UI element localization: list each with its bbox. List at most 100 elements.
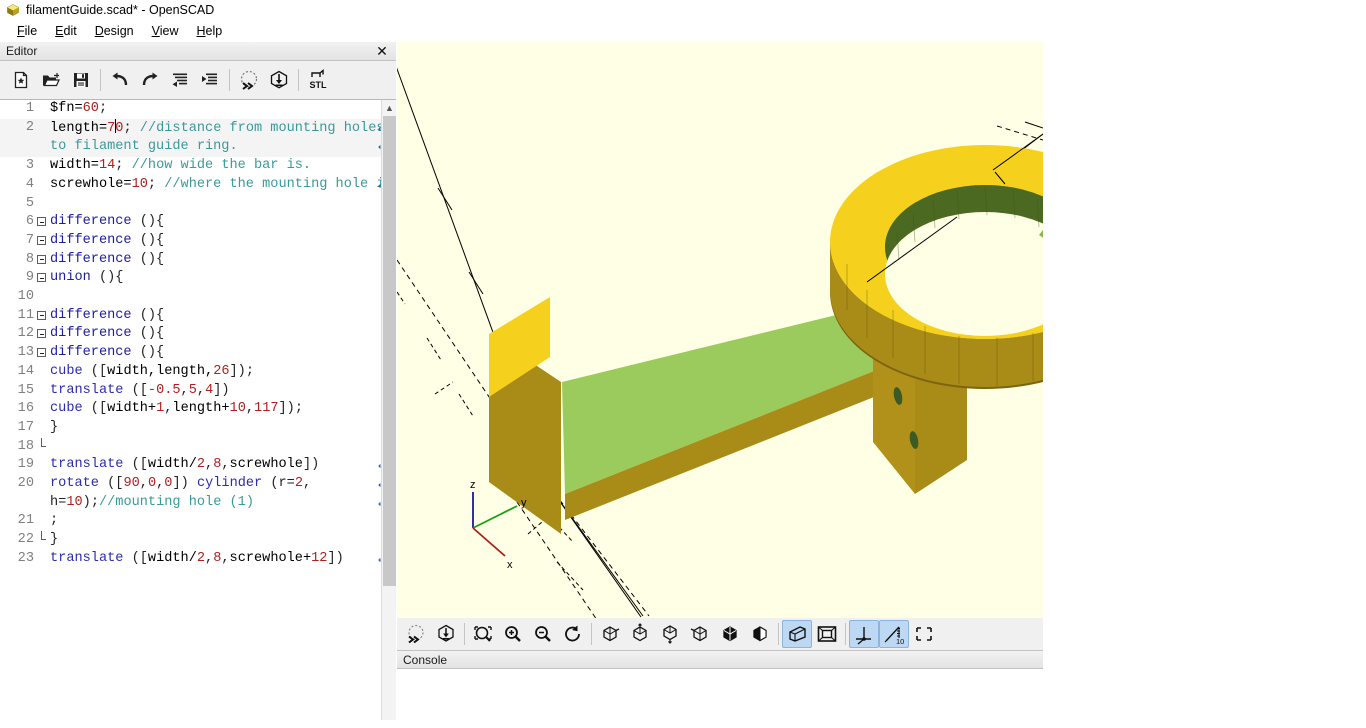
code-line[interactable]: 12 difference (){	[0, 325, 396, 344]
code-token: 90	[123, 476, 140, 492]
view-right-button[interactable]	[595, 620, 625, 648]
view-left-button[interactable]	[685, 620, 715, 648]
code-line-text[interactable]	[47, 438, 396, 457]
code-editor[interactable]: 1 $fn=60; 2 length=70; //distance from moun…	[0, 99, 396, 720]
toolbar-separator	[464, 623, 465, 645]
code-line[interactable]: 2 length=70; //distance from mounting hol…	[0, 118, 396, 158]
code-line-text[interactable]: width=14; //how wide the bar is.	[47, 157, 396, 176]
editor-vertical-scrollbar[interactable]: ▲	[381, 100, 396, 720]
code-lines-container: 1 $fn=60; 2 length=70; //distance from moun…	[0, 100, 396, 720]
code-line-text[interactable]: difference (){	[47, 307, 396, 326]
code-line-text[interactable]: difference (){	[47, 325, 396, 344]
code-line-text[interactable]: ;	[47, 512, 396, 531]
view-top-button[interactable]	[625, 620, 655, 648]
scroll-up-icon[interactable]: ▲	[382, 100, 396, 115]
indent-button[interactable]	[195, 65, 225, 95]
fold-toggle-icon[interactable]	[37, 310, 46, 320]
scrollbar-thumb[interactable]	[383, 116, 396, 586]
code-line[interactable]: 23 translate ([width/2,8,screwhole+12])↵	[0, 550, 396, 569]
code-line-text[interactable]: cube ([width,length,26]);	[47, 363, 396, 382]
code-token: }	[50, 419, 59, 435]
new-file-button[interactable]	[6, 65, 36, 95]
fold-toggle-icon[interactable]	[37, 217, 46, 227]
undo-button[interactable]	[105, 65, 135, 95]
fold-toggle-icon[interactable]	[37, 329, 46, 339]
code-line[interactable]: 9 union (){	[0, 269, 396, 288]
view-back-button[interactable]	[745, 620, 775, 648]
code-line[interactable]: 14 cube ([width,length,26]);	[0, 363, 396, 382]
unindent-button[interactable]	[165, 65, 195, 95]
fold-toggle-icon[interactable]	[37, 254, 46, 264]
code-line[interactable]: 3 width=14; //how wide the bar is.	[0, 157, 396, 176]
code-line[interactable]: 18	[0, 437, 396, 457]
orthogonal-view-button[interactable]	[812, 620, 842, 648]
code-line[interactable]: 20 rotate ([90,0,0]) cylinder (r=2, h=10)…	[0, 475, 396, 512]
code-line[interactable]: 13 difference (){	[0, 344, 396, 363]
fold-toggle-icon[interactable]	[37, 348, 46, 358]
show-scale-markers-button[interactable]: 10	[879, 620, 909, 648]
code-line-text[interactable]: union (){	[47, 269, 396, 288]
code-line[interactable]: 21;	[0, 512, 396, 531]
code-line[interactable]: 16 cube ([width+1,length+10,117]);	[0, 400, 396, 419]
show-crosshairs-button[interactable]	[909, 620, 939, 648]
code-line-text[interactable]: translate ([width/2,8,screwhole+12])↵	[47, 550, 396, 569]
close-icon[interactable]: ✕	[374, 43, 390, 59]
view-front-button[interactable]	[715, 620, 745, 648]
reset-view-button[interactable]	[558, 620, 588, 648]
menu-edit[interactable]: Edit	[46, 22, 86, 40]
zoom-out-button[interactable]	[528, 620, 558, 648]
menu-file[interactable]: File	[8, 22, 46, 40]
code-line-text[interactable]: difference (){	[47, 213, 396, 232]
code-line-text[interactable]: difference (){	[47, 232, 396, 251]
code-line[interactable]: 8 difference (){	[0, 251, 396, 270]
window-titlebar: filamentGuide.scad* - OpenSCAD	[0, 0, 1366, 20]
open-file-button[interactable]	[36, 65, 66, 95]
code-line[interactable]: 6 difference (){	[0, 213, 396, 232]
code-line-text[interactable]: $fn=60;	[47, 100, 396, 119]
code-line[interactable]: 15 translate ([-0.5,5,4])	[0, 382, 396, 401]
code-line[interactable]: 7 difference (){	[0, 232, 396, 251]
line-number: 9	[25, 270, 34, 286]
code-line[interactable]: 22}	[0, 531, 396, 550]
code-line[interactable]: 5	[0, 195, 396, 214]
code-line-text[interactable]: screwhole=10; //where the mounting hole …	[47, 176, 396, 195]
3d-viewport[interactable]: z y x	[397, 42, 1043, 618]
code-line-text[interactable]: difference (){	[47, 251, 396, 270]
code-line-text[interactable]	[47, 288, 396, 307]
export-stl-button[interactable]: STL	[303, 65, 333, 95]
perspective-view-button[interactable]	[782, 620, 812, 648]
view-bottom-button[interactable]	[655, 620, 685, 648]
code-token: ;	[50, 513, 59, 529]
render-button[interactable]	[264, 65, 294, 95]
render-button[interactable]	[431, 620, 461, 648]
code-line-text[interactable]: rotate ([90,0,0]) cylinder (r=2, h=10);/…	[47, 475, 396, 512]
show-axes-button[interactable]	[849, 620, 879, 648]
code-line-text[interactable]: translate ([width/2,8,screwhole])↵	[47, 456, 396, 475]
menu-view[interactable]: View	[143, 22, 188, 40]
menu-design[interactable]: Design	[86, 22, 143, 40]
fold-toggle-icon[interactable]	[37, 273, 46, 283]
fold-toggle-icon[interactable]	[37, 235, 46, 245]
code-line-text[interactable]: translate ([-0.5,5,4])	[47, 382, 396, 401]
code-line[interactable]: 19 translate ([width/2,8,screwhole])↵	[0, 456, 396, 475]
zoom-all-button[interactable]	[468, 620, 498, 648]
code-line-text[interactable]: difference (){	[47, 344, 396, 363]
code-token: ,	[221, 457, 230, 473]
code-token: difference	[50, 214, 132, 230]
zoom-in-button[interactable]	[498, 620, 528, 648]
code-line-text[interactable]: length=70; //distance from mounting hole…	[47, 118, 396, 157]
code-line[interactable]: 11 difference (){	[0, 307, 396, 326]
code-line[interactable]: 17}	[0, 419, 396, 438]
code-line-text[interactable]	[47, 195, 396, 214]
menu-help[interactable]: Help	[188, 22, 232, 40]
code-line[interactable]: 10	[0, 288, 396, 307]
save-file-button[interactable]	[66, 65, 96, 95]
redo-button[interactable]	[135, 65, 165, 95]
code-line-text[interactable]: }	[47, 419, 396, 438]
preview-button[interactable]	[401, 620, 431, 648]
code-line-text[interactable]: cube ([width+1,length+10,117]);	[47, 400, 396, 419]
code-line[interactable]: 1 $fn=60;	[0, 100, 396, 119]
code-line[interactable]: 4 screwhole=10; //where the mounting hole…	[0, 176, 396, 195]
preview-button[interactable]	[234, 65, 264, 95]
code-line-text[interactable]: }	[47, 531, 396, 550]
